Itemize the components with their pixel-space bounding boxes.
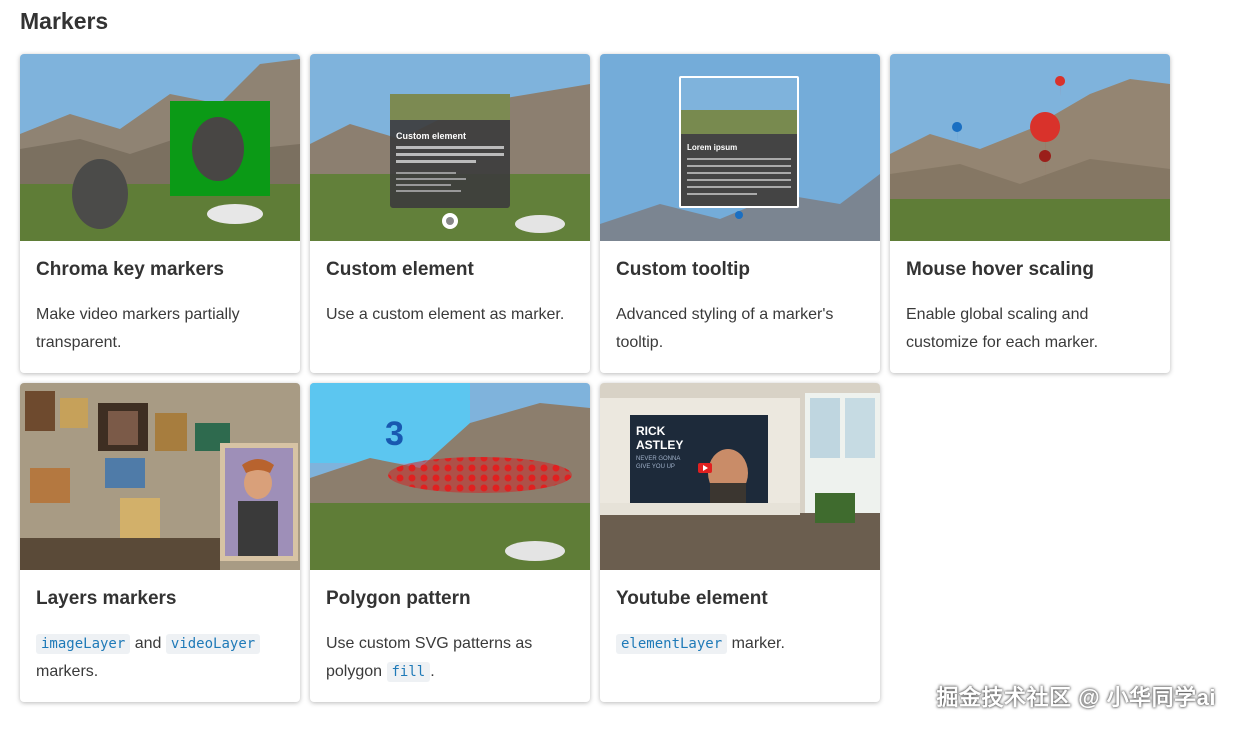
video-title-line1: RICK bbox=[636, 424, 666, 438]
card-description: Advanced styling of a marker's tooltip. bbox=[616, 306, 834, 351]
card-layers-markers[interactable]: Layers markers imageLayer and videoLayer… bbox=[20, 383, 300, 702]
section-title: Markers bbox=[20, 8, 109, 34]
desc-text: and bbox=[130, 635, 166, 652]
card-thumbnail: Custom element bbox=[310, 54, 590, 241]
thumb-tooltip-heading: Custom element bbox=[396, 131, 466, 141]
video-subtitle-line1: NEVER GONNA bbox=[636, 456, 680, 462]
card-title: Custom element bbox=[326, 259, 474, 280]
card-title: Polygon pattern bbox=[326, 588, 471, 609]
card-title: Chroma key markers bbox=[36, 259, 224, 280]
video-subtitle-line2: GIVE YOU UP bbox=[636, 464, 675, 470]
card-custom-element[interactable]: Custom element Custom element Use a cust… bbox=[310, 54, 590, 373]
thumb-tooltip-heading: Lorem ipsum bbox=[687, 143, 737, 152]
card-thumbnail bbox=[20, 54, 300, 241]
card-thumbnail bbox=[20, 383, 300, 570]
card-description: Make video markers partially transparent… bbox=[36, 306, 240, 351]
card-youtube-element[interactable]: RICK ASTLEY NEVER GONNA GIVE YOU UP Yout… bbox=[600, 383, 880, 702]
watermark: 掘金技术社区 @ 小华同学ai bbox=[936, 685, 1216, 710]
desc-text: markers. bbox=[36, 663, 99, 680]
card-polygon-pattern[interactable]: 3 Polygon pattern Use custom SVG pattern… bbox=[310, 383, 590, 702]
card-description: Use custom SVG patterns as polygon fill. bbox=[326, 630, 574, 686]
code-imageLayer: imageLayer bbox=[36, 634, 131, 654]
desc-text: . bbox=[430, 663, 435, 680]
youtube-room-image: RICK ASTLEY NEVER GONNA GIVE YOU UP bbox=[600, 383, 880, 570]
page: Markers Chroma key markers Make video ma… bbox=[0, 0, 1238, 732]
card-title: Mouse hover scaling bbox=[906, 259, 1094, 280]
video-title-line2: ASTLEY bbox=[636, 438, 683, 452]
layers-room-image bbox=[20, 383, 300, 570]
polygon-number-label: 3 bbox=[385, 415, 404, 453]
card-thumbnail: 3 bbox=[310, 383, 590, 570]
code-fill: fill bbox=[386, 662, 431, 682]
code-videoLayer: videoLayer bbox=[165, 634, 261, 654]
card-title: Youtube element bbox=[616, 588, 768, 609]
code-elementLayer: elementLayer bbox=[616, 634, 728, 654]
desc-text: marker. bbox=[727, 635, 785, 652]
trex-chroma-image bbox=[20, 54, 300, 241]
card-mouse-hover-scaling[interactable]: Mouse hover scaling Enable global scalin… bbox=[890, 54, 1170, 373]
card-title: Custom tooltip bbox=[616, 259, 751, 280]
card-thumbnail bbox=[890, 54, 1170, 241]
card-description: imageLayer and videoLayer markers. bbox=[36, 630, 284, 686]
card-thumbnail: Lorem ipsum bbox=[600, 54, 880, 241]
card-custom-tooltip[interactable]: Lorem ipsum Custom tooltip Advanced styl… bbox=[600, 54, 880, 373]
polygon-pattern-image: 3 bbox=[310, 383, 590, 570]
card-description: elementLayer marker. bbox=[616, 630, 864, 658]
markers-grid: Chroma key markers Make video markers pa… bbox=[20, 54, 1170, 702]
custom-tooltip-image: Lorem ipsum bbox=[600, 54, 880, 241]
card-title: Layers markers bbox=[36, 588, 177, 609]
card-description: Use a custom element as marker. bbox=[326, 306, 565, 323]
hover-scaling-image bbox=[890, 54, 1170, 241]
card-description: Enable global scaling and customize for … bbox=[906, 306, 1099, 351]
custom-element-image: Custom element bbox=[310, 54, 590, 241]
card-chroma-key-markers[interactable]: Chroma key markers Make video markers pa… bbox=[20, 54, 300, 373]
card-thumbnail: RICK ASTLEY NEVER GONNA GIVE YOU UP bbox=[600, 383, 880, 570]
